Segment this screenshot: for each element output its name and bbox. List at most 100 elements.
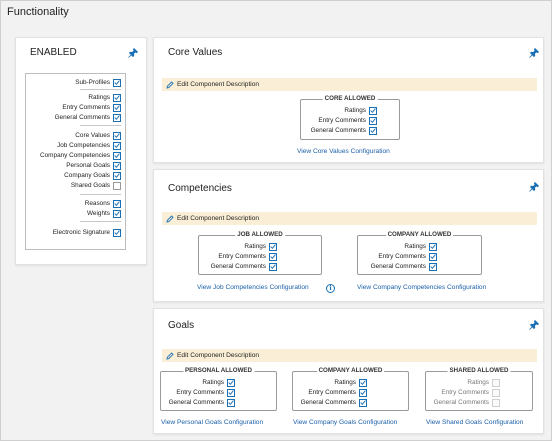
edit-description-bar[interactable]: Edit Component Description bbox=[162, 349, 537, 362]
enabled-item-shared-goals[interactable]: Shared Goals bbox=[71, 181, 121, 190]
permission-label: General Comments bbox=[300, 399, 356, 406]
permission-row-ratings[interactable]: Ratings bbox=[467, 378, 500, 387]
divider bbox=[80, 89, 121, 90]
checkmark-icon bbox=[114, 173, 120, 179]
permission-row-entry-comments[interactable]: Entry Comments bbox=[218, 252, 277, 261]
permission-row-general-comments[interactable]: General Comments bbox=[371, 262, 437, 271]
view-job-competencies-configuration-link[interactable]: View Job Competencies Configuration bbox=[197, 284, 309, 291]
enabled-title: ENABLED bbox=[30, 47, 77, 58]
checked-checkbox[interactable] bbox=[113, 141, 121, 150]
permission-row-ratings[interactable]: Ratings bbox=[344, 106, 377, 115]
enabled-item-general-comments[interactable]: General Comments bbox=[55, 113, 121, 122]
checkmark-icon bbox=[270, 254, 276, 260]
pin-icon[interactable] bbox=[128, 48, 138, 58]
checkmark-icon bbox=[114, 163, 120, 169]
view-shared-goals-configuration-link[interactable]: View Shared Goals Configuration bbox=[426, 419, 523, 426]
unchecked-checkbox[interactable] bbox=[492, 398, 500, 407]
checked-checkbox[interactable] bbox=[113, 113, 121, 122]
checkmark-icon bbox=[114, 201, 120, 207]
checkmark-icon bbox=[360, 390, 366, 396]
checked-checkbox[interactable] bbox=[359, 388, 367, 397]
checkmark-icon bbox=[270, 244, 276, 250]
permission-row-general-comments[interactable]: General Comments bbox=[211, 262, 277, 271]
enabled-item-label: Electronic Signature bbox=[52, 229, 110, 236]
checkmark-icon bbox=[430, 244, 436, 250]
checked-checkbox[interactable] bbox=[113, 131, 121, 140]
pin-icon[interactable] bbox=[529, 320, 539, 330]
view-company-goals-configuration-link[interactable]: View Company Goals Configuration bbox=[293, 419, 397, 426]
permission-row-ratings[interactable]: Ratings bbox=[404, 242, 437, 251]
checked-checkbox[interactable] bbox=[113, 209, 121, 218]
checked-checkbox[interactable] bbox=[269, 242, 277, 251]
checkmark-icon bbox=[114, 211, 120, 217]
permission-row-general-comments[interactable]: General Comments bbox=[434, 398, 500, 407]
permission-row-ratings[interactable]: Ratings bbox=[244, 242, 277, 251]
checked-checkbox[interactable] bbox=[227, 398, 235, 407]
checked-checkbox[interactable] bbox=[269, 262, 277, 271]
checked-checkbox[interactable] bbox=[429, 242, 437, 251]
permission-row-ratings[interactable]: Ratings bbox=[334, 378, 367, 387]
enabled-item-personal-goals[interactable]: Personal Goals bbox=[66, 161, 121, 170]
checked-checkbox[interactable] bbox=[113, 93, 121, 102]
checked-checkbox[interactable] bbox=[113, 103, 121, 112]
checkmark-icon bbox=[114, 115, 120, 121]
unchecked-checkbox[interactable] bbox=[492, 388, 500, 397]
permission-row-general-comments[interactable]: General Comments bbox=[311, 126, 377, 135]
enabled-item-company-goals[interactable]: Company Goals bbox=[64, 171, 121, 180]
checked-checkbox[interactable] bbox=[113, 171, 121, 180]
checked-checkbox[interactable] bbox=[429, 252, 437, 261]
checked-checkbox[interactable] bbox=[113, 151, 121, 160]
checkmark-icon bbox=[360, 400, 366, 406]
checked-checkbox[interactable] bbox=[227, 378, 235, 387]
checked-checkbox[interactable] bbox=[269, 252, 277, 261]
edit-description-bar[interactable]: Edit Component Description bbox=[162, 78, 537, 91]
enabled-item-entry-comments[interactable]: Entry Comments bbox=[62, 103, 121, 112]
permission-row-entry-comments[interactable]: Entry Comments bbox=[176, 388, 235, 397]
permission-row-general-comments[interactable]: General Comments bbox=[301, 398, 367, 407]
pin-icon[interactable] bbox=[529, 182, 539, 192]
info-icon[interactable]: i bbox=[326, 284, 335, 293]
permission-row-general-comments[interactable]: General Comments bbox=[169, 398, 235, 407]
permission-row-entry-comments[interactable]: Entry Comments bbox=[441, 388, 500, 397]
enabled-item-reasons[interactable]: Reasons bbox=[85, 199, 121, 208]
shared-allowed-group: SHARED ALLOWED Ratings Entry Comments Gene… bbox=[425, 367, 533, 411]
checked-checkbox[interactable] bbox=[113, 228, 121, 237]
checked-checkbox[interactable] bbox=[113, 78, 121, 87]
enabled-item-label: Core Values bbox=[75, 132, 110, 139]
view-personal-goals-configuration-link[interactable]: View Personal Goals Configuration bbox=[161, 419, 263, 426]
checked-checkbox[interactable] bbox=[113, 199, 121, 208]
unchecked-checkbox[interactable] bbox=[492, 378, 500, 387]
view-core-values-configuration-link[interactable]: View Core Values Configuration bbox=[297, 148, 390, 155]
enabled-item-electronic-signature[interactable]: Electronic Signature bbox=[53, 228, 121, 237]
view-company-competencies-configuration-link[interactable]: View Company Competencies Configuration bbox=[357, 284, 486, 291]
checkmark-icon bbox=[114, 153, 120, 159]
permission-label: Entry Comments bbox=[318, 117, 366, 124]
checked-checkbox[interactable] bbox=[113, 161, 121, 170]
unchecked-checkbox[interactable] bbox=[113, 181, 121, 190]
checked-checkbox[interactable] bbox=[369, 106, 377, 115]
enabled-item-job-competencies[interactable]: Job Competencies bbox=[57, 141, 121, 150]
permission-row-entry-comments[interactable]: Entry Comments bbox=[378, 252, 437, 261]
permission-label: Ratings bbox=[202, 379, 224, 386]
enabled-item-label: Ratings bbox=[88, 94, 110, 101]
checkmark-icon bbox=[430, 254, 436, 260]
edit-description-bar[interactable]: Edit Component Description bbox=[162, 212, 537, 225]
checked-checkbox[interactable] bbox=[369, 126, 377, 135]
enabled-item-ratings[interactable]: Ratings bbox=[88, 93, 121, 102]
permission-row-ratings[interactable]: Ratings bbox=[202, 378, 235, 387]
checked-checkbox[interactable] bbox=[429, 262, 437, 271]
goals-title: Goals bbox=[168, 320, 195, 331]
checkmark-icon bbox=[360, 380, 366, 386]
checkmark-icon bbox=[228, 380, 234, 386]
pin-icon[interactable] bbox=[529, 48, 539, 58]
enabled-item-core-values[interactable]: Core Values bbox=[75, 131, 121, 140]
checked-checkbox[interactable] bbox=[369, 116, 377, 125]
checked-checkbox[interactable] bbox=[227, 388, 235, 397]
checked-checkbox[interactable] bbox=[359, 378, 367, 387]
permission-row-entry-comments[interactable]: Entry Comments bbox=[318, 116, 377, 125]
enabled-item-sub-profiles[interactable]: Sub-Profiles bbox=[75, 78, 121, 87]
permission-row-entry-comments[interactable]: Entry Comments bbox=[308, 388, 367, 397]
enabled-item-weights[interactable]: Weights bbox=[87, 209, 121, 218]
checked-checkbox[interactable] bbox=[359, 398, 367, 407]
enabled-item-company-competencies[interactable]: Company Competencies bbox=[40, 151, 121, 160]
